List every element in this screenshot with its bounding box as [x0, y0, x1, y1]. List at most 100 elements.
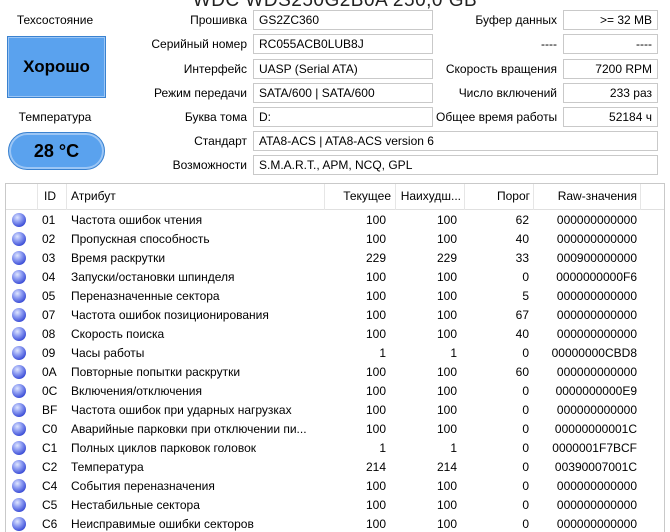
row-current: 100 [365, 327, 386, 341]
row-raw: 000000000000 [556, 403, 637, 417]
row-current: 100 [365, 232, 386, 246]
status-dot-icon [12, 251, 26, 265]
status-dot-icon [12, 460, 26, 474]
row-worst: 229 [436, 251, 457, 265]
status-dot-icon [12, 365, 26, 379]
smart-table[interactable]: ID Атрибут Текущее Наихудш... Порог Raw-… [5, 183, 665, 532]
row-worst: 1 [450, 441, 457, 455]
table-row[interactable]: 03 Время раскрутки 229 229 33 000900000000 [6, 249, 664, 268]
row-attribute: Время раскрутки [71, 251, 166, 265]
status-dot-icon [12, 441, 26, 455]
row-raw: 000000000000 [556, 479, 637, 493]
row-id: 08 [42, 327, 56, 341]
temperature-label: Температура [18, 110, 92, 124]
blank-field: ---- [563, 34, 658, 54]
row-worst: 100 [436, 308, 457, 322]
table-row[interactable]: 05 Переназначенные сектора 100 100 5 00000000… [6, 287, 664, 306]
status-dot-icon [12, 289, 26, 303]
row-id: 01 [42, 213, 56, 227]
row-threshold: 67 [515, 308, 529, 322]
row-attribute: Пропускная способность [71, 232, 210, 246]
row-worst: 100 [436, 213, 457, 227]
volume-label: Буква тома [184, 110, 247, 124]
column-header-attribute[interactable]: Атрибут [71, 189, 116, 203]
status-dot-icon [12, 384, 26, 398]
temperature-badge[interactable]: 28 °C [8, 132, 105, 170]
power-count-label: Число включений [458, 86, 557, 100]
row-current: 229 [365, 251, 386, 265]
row-raw: 000000000000 [556, 232, 637, 246]
table-row[interactable]: 01 Частота ошибок чтения 100 100 62 000000000… [6, 211, 664, 230]
table-row[interactable]: 04 Запуски/остановки шпинделя 100 100 0 00000… [6, 268, 664, 287]
table-row[interactable]: 07 Частота ошибок позиционирования 100 100 6… [6, 306, 664, 325]
column-header-threshold[interactable]: Порог [464, 189, 530, 203]
power-count-field: 233 раз [563, 83, 658, 103]
row-raw: 0000000000E9 [555, 384, 637, 398]
row-id: BF [42, 403, 58, 417]
row-raw: 000900000000 [556, 251, 637, 265]
row-attribute: Температура [71, 460, 144, 474]
row-raw: 000000000000 [556, 289, 637, 303]
status-dot-icon [12, 422, 26, 436]
firmware-field: GS2ZC360 [253, 10, 433, 30]
row-raw: 000000000000 [556, 327, 637, 341]
row-current: 100 [365, 270, 386, 284]
row-id: C2 [42, 460, 58, 474]
status-dot-icon [12, 517, 26, 531]
table-row[interactable]: C6 Неисправимые ошибки секторов 100 100 0 000… [6, 515, 664, 532]
row-current: 100 [365, 308, 386, 322]
row-current: 1 [379, 346, 386, 360]
row-current: 100 [365, 498, 386, 512]
row-worst: 100 [436, 232, 457, 246]
row-worst: 100 [436, 384, 457, 398]
row-worst: 214 [436, 460, 457, 474]
status-dot-icon [12, 327, 26, 341]
row-worst: 100 [436, 479, 457, 493]
temperature-value: 28 °C [33, 140, 80, 161]
row-threshold: 0 [522, 270, 529, 284]
table-row[interactable]: C2 Температура 214 214 0 00390007001C [6, 458, 664, 477]
row-worst: 100 [436, 517, 457, 531]
row-worst: 100 [436, 498, 457, 512]
table-row[interactable]: 02 Пропускная способность 100 100 40 00000000… [6, 230, 664, 249]
row-id: C1 [42, 441, 58, 455]
row-id: 07 [42, 308, 56, 322]
row-raw: 00000000CBD8 [551, 346, 637, 360]
table-row[interactable]: 09 Часы работы 1 1 0 00000000CBD8 [6, 344, 664, 363]
table-row[interactable]: C1 Полных циклов парковок головок 1 1 0 00000… [6, 439, 664, 458]
row-raw: 0000001F7BCF [552, 441, 637, 455]
row-threshold: 0 [522, 422, 529, 436]
transfer-mode-label: Режим передачи [154, 86, 247, 100]
health-status-label: Техсостояние [16, 13, 94, 27]
row-threshold: 60 [515, 365, 529, 379]
column-header-raw[interactable]: Raw-значения [533, 189, 637, 203]
row-current: 100 [365, 213, 386, 227]
row-current: 100 [365, 289, 386, 303]
table-row[interactable]: 0C Включения/отключения 100 100 0 0000000000E… [6, 382, 664, 401]
row-threshold: 0 [522, 517, 529, 531]
row-id: 03 [42, 251, 56, 265]
row-worst: 1 [450, 346, 457, 360]
column-header-current[interactable]: Текущее [324, 189, 391, 203]
row-attribute: Аварийные парковки при отключении пи... [71, 422, 307, 436]
row-current: 214 [365, 460, 386, 474]
status-dot-icon [12, 346, 26, 360]
table-row[interactable]: BF Частота ошибок при ударных нагрузках 10… [6, 401, 664, 420]
power-hours-label: Общее время работы [436, 110, 558, 124]
row-attribute: Неисправимые ошибки секторов [71, 517, 254, 531]
status-dot-icon [12, 270, 26, 284]
health-status-badge[interactable]: Хорошо [7, 36, 106, 98]
table-row[interactable]: C0 Аварийные парковки при отключении пи..… [6, 420, 664, 439]
interface-label: Интерфейс [183, 62, 247, 76]
table-row[interactable]: 08 Скорость поиска 100 100 40 000000000000 [6, 325, 664, 344]
volume-field: D: [253, 107, 433, 127]
status-dot-icon [12, 403, 26, 417]
status-dot-icon [12, 498, 26, 512]
column-header-id[interactable]: ID [44, 189, 56, 203]
table-row[interactable]: 0A Повторные попытки раскрутки 100 100 60 000… [6, 363, 664, 382]
column-header-worst[interactable]: Наихудш... [395, 189, 461, 203]
buffer-field: >= 32 MB [563, 10, 658, 30]
table-row[interactable]: C4 События переназначения 100 100 0 000000000… [6, 477, 664, 496]
blank-label: ---- [541, 37, 557, 51]
table-row[interactable]: C5 Нестабильные сектора 100 100 0 00000000000… [6, 496, 664, 515]
